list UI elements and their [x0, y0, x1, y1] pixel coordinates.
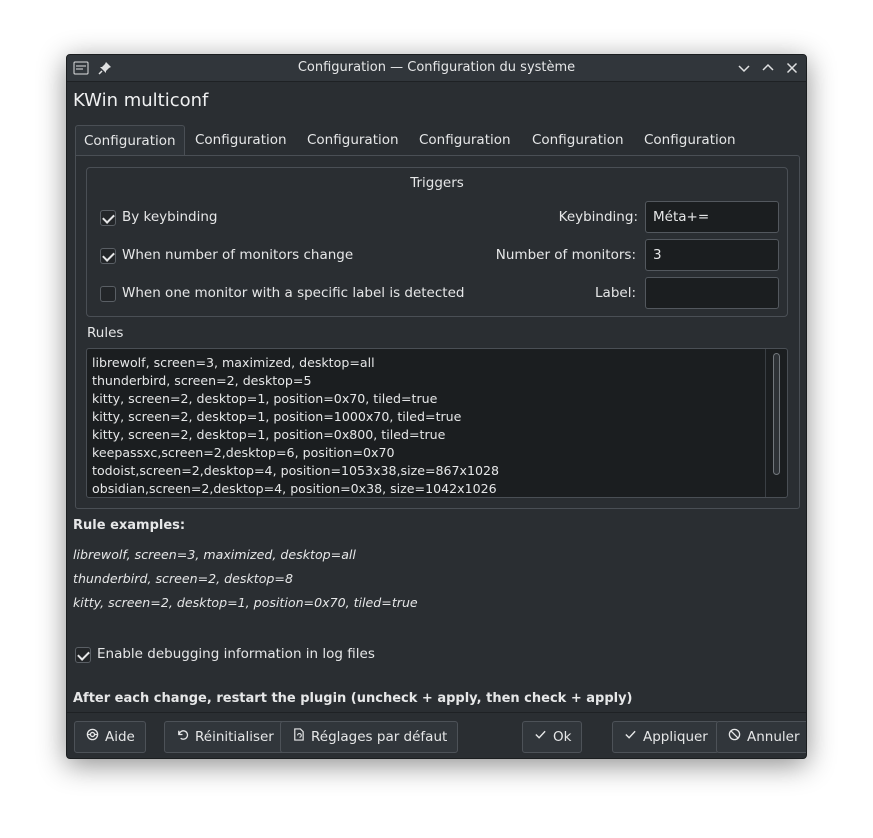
tab-configuration-3[interactable]: Configuration 3 [299, 125, 407, 178]
help-button-label: Aide [105, 729, 135, 745]
rules-scrollbar[interactable] [765, 349, 787, 497]
check-icon [623, 723, 637, 753]
page-title: KWin multiconf [73, 90, 209, 111]
cancel-icon [727, 723, 741, 753]
apply-button[interactable]: Appliquer [612, 721, 719, 753]
cancel-button-label: Annuler [747, 729, 800, 745]
examples-title: Rule examples: [73, 518, 186, 533]
triggers-group: Triggers By keybinding When number of mo… [86, 167, 788, 317]
rules-textarea[interactable]: librewolf, screen=3, maximized, desktop=… [86, 348, 788, 498]
triggers-title: Triggers [410, 175, 464, 191]
rule-example: librewolf, screen=3, maximized, desktop=… [73, 547, 356, 562]
keybinding-field[interactable]: Méta+= [645, 201, 779, 233]
rule-example: thunderbird, screen=2, desktop=8 [73, 571, 293, 586]
rule-line: obsidian,screen=2,desktop=4, position=0x… [92, 481, 497, 496]
keybinding-checkbox[interactable] [100, 210, 116, 226]
reset-button[interactable]: Réinitialiser [164, 721, 285, 753]
monitors-change-checkbox[interactable] [100, 248, 116, 264]
rule-line: thunderbird, screen=2, desktop=5 [92, 373, 312, 388]
document-defaults-icon [291, 723, 305, 753]
label-detected-checkbox[interactable] [100, 286, 116, 302]
ok-button-label: Ok [553, 729, 572, 745]
tab-configuration-6[interactable]: Configuration 6 [636, 125, 744, 178]
ok-button[interactable]: Ok [522, 721, 583, 753]
defaults-button[interactable]: Réglages par défaut [280, 721, 459, 753]
label-detected-checkbox-label: When one monitor with a specific label i… [122, 285, 465, 301]
rule-line: todoist,screen=2,desktop=4, position=105… [92, 463, 500, 478]
button-bar-separator [67, 712, 806, 713]
tab-panel: Triggers By keybinding When number of mo… [75, 155, 800, 509]
keybinding-checkbox-label: By keybinding [122, 209, 218, 225]
rule-line: keepassxc,screen=2,desktop=6, position=0… [92, 445, 395, 460]
settings-window: Configuration — Configuration du système… [66, 54, 807, 759]
minimize-icon[interactable] [734, 58, 754, 78]
maximize-icon[interactable] [758, 58, 778, 78]
undo-icon [175, 723, 189, 753]
titlebar: Configuration — Configuration du système [67, 55, 806, 82]
check-icon [533, 723, 547, 753]
monitor-label-label: Label: [595, 285, 636, 301]
debug-checkbox-label: Enable debugging information in log file… [97, 646, 375, 662]
rule-line: kitty, screen=2, desktop=1, position=0x7… [92, 391, 438, 406]
rules-scrollbar-thumb[interactable] [773, 353, 780, 475]
restart-note: After each change, restart the plugin (u… [73, 691, 633, 706]
help-button[interactable]: Aide [74, 721, 146, 753]
tab-configuration-5[interactable]: Configuration 5 [524, 125, 632, 178]
tab-configuration-1[interactable]: Configuration 1 [75, 125, 185, 179]
rule-line: kitty, screen=2, desktop=1, position=100… [92, 409, 462, 424]
rule-example: kitty, screen=2, desktop=1, position=0x7… [73, 595, 418, 610]
tab-configuration-4[interactable]: Configuration 4 [411, 125, 519, 178]
defaults-button-label: Réglages par défaut [311, 729, 448, 745]
help-icon [85, 723, 99, 753]
apply-button-label: Appliquer [643, 729, 708, 745]
keybinding-label: Keybinding: [558, 209, 638, 225]
monitors-change-checkbox-label: When number of monitors change [122, 247, 354, 263]
rule-line: kitty, screen=2, desktop=1, position=0x8… [92, 427, 446, 442]
window-title: Configuration — Configuration du système [297, 60, 576, 75]
debug-checkbox[interactable] [75, 647, 91, 663]
tab-configuration-2[interactable]: Configuration 2 [187, 125, 295, 178]
cancel-button[interactable]: Annuler [716, 721, 806, 753]
num-monitors-label: Number of monitors: [495, 247, 636, 263]
reset-button-label: Réinitialiser [195, 729, 274, 745]
rules-label: Rules [87, 325, 124, 341]
num-monitors-field[interactable]: 3 [645, 239, 779, 271]
rule-line: librewolf, screen=3, maximized, desktop=… [92, 355, 375, 370]
close-icon[interactable] [782, 58, 802, 78]
monitor-label-field[interactable] [645, 277, 779, 309]
